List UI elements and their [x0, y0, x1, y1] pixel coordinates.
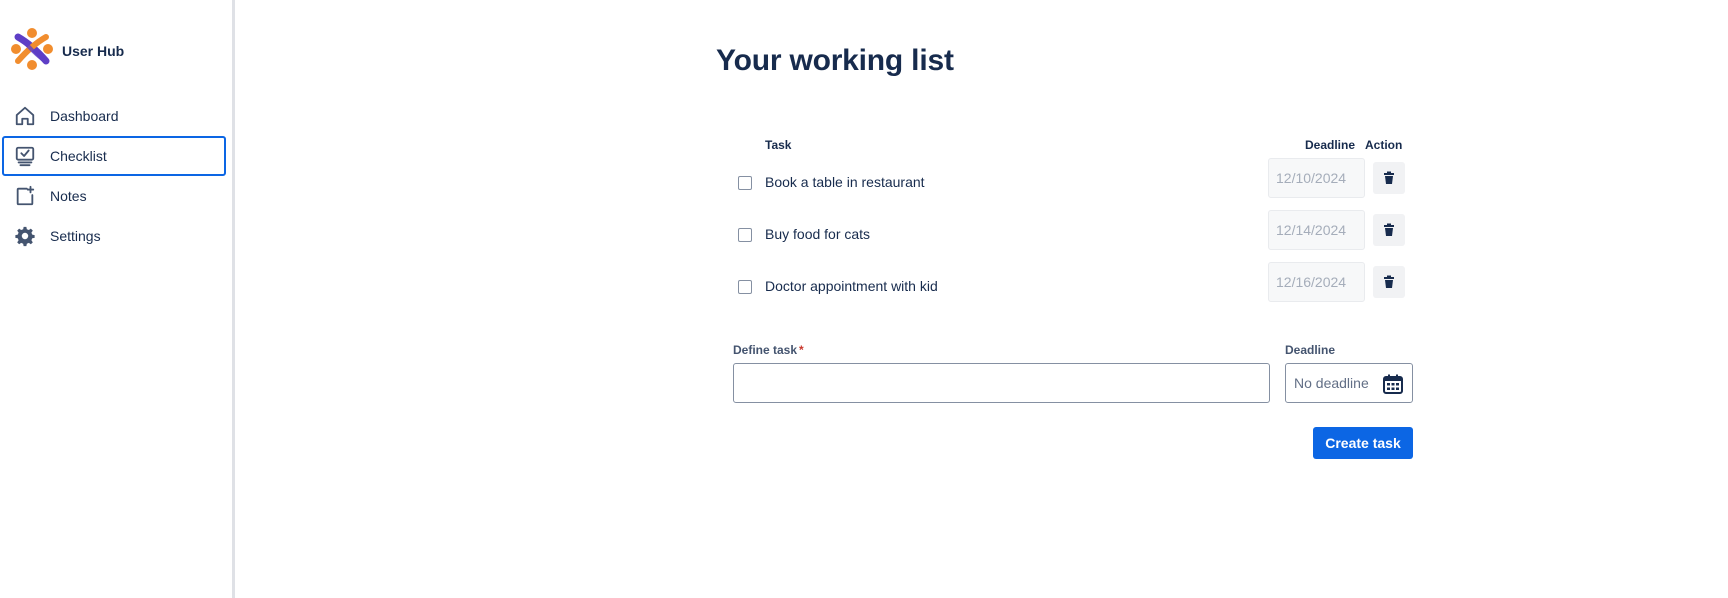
calendar-icon [1383, 374, 1403, 394]
delete-task-button[interactable] [1373, 214, 1405, 246]
task-text: Book a table in restaurant [765, 174, 925, 190]
task-deadline: 12/10/2024 [1268, 158, 1365, 198]
trash-icon [1384, 223, 1394, 236]
sidebar-item-dashboard[interactable]: Dashboard [2, 96, 226, 136]
task-row: Doctor appointment with kid 12/16/2024 [0, 262, 1728, 302]
delete-task-button[interactable] [1373, 266, 1405, 298]
create-task-button[interactable]: Create task [1313, 427, 1413, 459]
sidebar-item-label: Dashboard [50, 108, 119, 124]
task-text: Buy food for cats [765, 226, 871, 242]
column-header-task: Task [765, 138, 792, 152]
task-deadline: 12/16/2024 [1268, 262, 1365, 302]
page-title: Your working list [716, 44, 954, 77]
define-task-input[interactable] [733, 363, 1270, 403]
delete-task-button[interactable] [1373, 162, 1405, 194]
brand[interactable]: User Hub [8, 26, 124, 76]
home-icon [13, 104, 37, 128]
user-hub-logo-icon [8, 25, 56, 78]
trash-icon [1384, 171, 1394, 184]
column-header-action: Action [1365, 138, 1403, 152]
task-deadline: 12/14/2024 [1268, 210, 1365, 250]
define-task-label: Define task * [733, 343, 804, 357]
task-checkbox[interactable] [738, 228, 752, 242]
deadline-label: Deadline [1285, 343, 1336, 357]
task-checkbox[interactable] [738, 280, 752, 294]
required-marker: * [799, 343, 804, 357]
task-row: Buy food for cats 12/14/2024 [0, 210, 1728, 250]
define-task-label-text: Define task [733, 343, 798, 357]
task-checkbox[interactable] [738, 176, 752, 190]
app-root: User Hub Dashboard Checklist Notes Setti… [0, 0, 1728, 598]
task-text: Doctor appointment with kid [765, 278, 938, 294]
deadline-placeholder: No deadline [1294, 375, 1369, 391]
column-header-deadline: Deadline [1305, 138, 1356, 152]
app-name: User Hub [62, 43, 125, 59]
deadline-picker[interactable]: No deadline [1285, 363, 1413, 403]
task-row: Book a table in restaurant 12/10/2024 [0, 158, 1728, 198]
trash-icon [1384, 275, 1394, 288]
